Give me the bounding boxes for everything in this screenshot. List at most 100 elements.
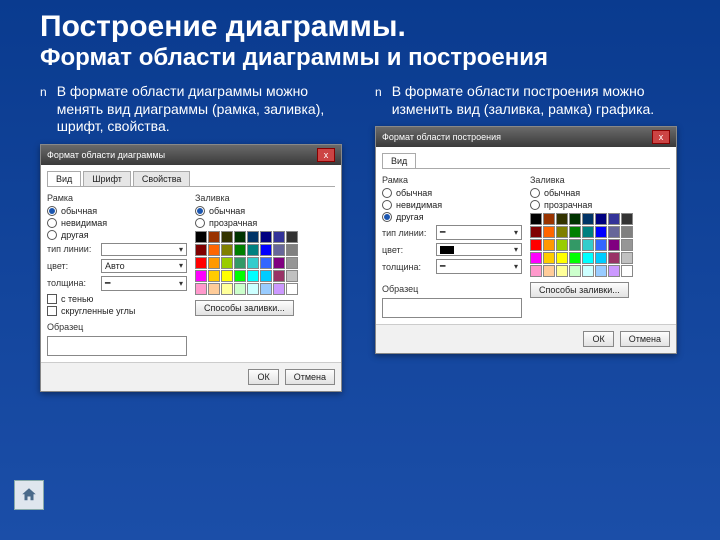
color-swatch[interactable]: [608, 239, 620, 251]
color-swatch[interactable]: [530, 226, 542, 238]
color-swatch[interactable]: [569, 213, 581, 225]
color-combo[interactable]: Авто▾: [101, 259, 187, 273]
color-swatch[interactable]: [247, 244, 259, 256]
weight-combo[interactable]: ━▾: [101, 276, 187, 291]
color-swatch[interactable]: [556, 239, 568, 251]
radio-row[interactable]: другая: [382, 212, 522, 222]
color-swatch[interactable]: [208, 244, 220, 256]
color-swatch[interactable]: [621, 252, 633, 264]
color-swatch[interactable]: [273, 270, 285, 282]
color-swatch[interactable]: [582, 239, 594, 251]
color-swatch[interactable]: [582, 213, 594, 225]
radio-row[interactable]: обычная: [530, 188, 670, 198]
color-swatch[interactable]: [195, 257, 207, 269]
line-type-combo[interactable]: ▾: [101, 243, 187, 256]
close-button[interactable]: x: [652, 130, 670, 144]
color-swatch[interactable]: [543, 239, 555, 251]
color-swatch[interactable]: [247, 283, 259, 295]
color-swatch[interactable]: [286, 257, 298, 269]
color-swatch[interactable]: [608, 213, 620, 225]
color-swatch[interactable]: [569, 226, 581, 238]
color-swatch[interactable]: [221, 257, 233, 269]
radio-row[interactable]: прозрачная: [530, 200, 670, 210]
color-swatch[interactable]: [273, 283, 285, 295]
ok-button[interactable]: ОК: [583, 331, 613, 347]
weight-combo[interactable]: ━▾: [436, 259, 522, 274]
color-swatch[interactable]: [221, 244, 233, 256]
radio-row[interactable]: обычная: [47, 206, 187, 216]
color-swatch[interactable]: [530, 239, 542, 251]
color-swatch[interactable]: [247, 257, 259, 269]
color-swatch[interactable]: [260, 283, 272, 295]
line-type-combo[interactable]: ━▾: [436, 225, 522, 240]
color-swatch[interactable]: [221, 283, 233, 295]
color-swatch[interactable]: [556, 265, 568, 277]
color-swatch[interactable]: [556, 252, 568, 264]
color-swatch[interactable]: [595, 265, 607, 277]
close-button[interactable]: x: [317, 148, 335, 162]
color-swatch[interactable]: [208, 270, 220, 282]
color-swatch[interactable]: [608, 226, 620, 238]
color-combo[interactable]: ▾: [436, 243, 522, 256]
color-swatch[interactable]: [556, 213, 568, 225]
cancel-button[interactable]: Отмена: [285, 369, 335, 385]
tab-view[interactable]: Вид: [382, 153, 416, 168]
color-swatch[interactable]: [569, 252, 581, 264]
color-swatch[interactable]: [273, 244, 285, 256]
color-swatch[interactable]: [273, 257, 285, 269]
radio-row[interactable]: обычная: [382, 188, 522, 198]
fill-effects-button[interactable]: Способы заливки...: [195, 300, 294, 316]
color-swatch[interactable]: [621, 265, 633, 277]
color-swatch[interactable]: [234, 283, 246, 295]
color-swatch[interactable]: [221, 231, 233, 243]
color-swatch[interactable]: [208, 257, 220, 269]
ok-button[interactable]: ОК: [248, 369, 278, 385]
radio-row[interactable]: другая: [47, 230, 187, 240]
fill-effects-button[interactable]: Способы заливки...: [530, 282, 629, 298]
color-swatch[interactable]: [621, 213, 633, 225]
radio-row[interactable]: прозрачная: [195, 218, 335, 228]
color-swatch[interactable]: [530, 252, 542, 264]
color-swatch[interactable]: [260, 231, 272, 243]
cancel-button[interactable]: Отмена: [620, 331, 670, 347]
color-swatch[interactable]: [234, 231, 246, 243]
color-swatch[interactable]: [286, 244, 298, 256]
color-swatch[interactable]: [595, 226, 607, 238]
color-swatch[interactable]: [260, 270, 272, 282]
color-swatch[interactable]: [608, 265, 620, 277]
tab-view[interactable]: Вид: [47, 171, 81, 186]
color-swatch[interactable]: [208, 283, 220, 295]
color-swatch[interactable]: [582, 252, 594, 264]
tab-properties[interactable]: Свойства: [133, 171, 191, 186]
rounded-check[interactable]: скругленные углы: [47, 306, 187, 316]
color-swatch[interactable]: [195, 244, 207, 256]
color-swatch[interactable]: [543, 252, 555, 264]
color-swatch[interactable]: [608, 252, 620, 264]
color-swatch[interactable]: [621, 239, 633, 251]
color-swatch[interactable]: [273, 231, 285, 243]
color-swatch[interactable]: [543, 265, 555, 277]
shadow-check[interactable]: с тенью: [47, 294, 187, 304]
color-swatch[interactable]: [234, 244, 246, 256]
color-swatch[interactable]: [543, 213, 555, 225]
color-swatch[interactable]: [595, 213, 607, 225]
color-swatch[interactable]: [530, 265, 542, 277]
color-swatch[interactable]: [286, 231, 298, 243]
color-swatch[interactable]: [195, 270, 207, 282]
color-swatch[interactable]: [595, 239, 607, 251]
color-swatch[interactable]: [221, 270, 233, 282]
color-swatch[interactable]: [195, 283, 207, 295]
color-swatch[interactable]: [260, 244, 272, 256]
color-swatch[interactable]: [247, 231, 259, 243]
color-swatch[interactable]: [234, 257, 246, 269]
color-swatch[interactable]: [543, 226, 555, 238]
color-swatch[interactable]: [569, 239, 581, 251]
color-swatch[interactable]: [595, 252, 607, 264]
tab-font[interactable]: Шрифт: [83, 171, 131, 186]
radio-row[interactable]: обычная: [195, 206, 335, 216]
radio-row[interactable]: невидимая: [382, 200, 522, 210]
color-swatch[interactable]: [582, 265, 594, 277]
color-swatch[interactable]: [286, 283, 298, 295]
color-swatch[interactable]: [234, 270, 246, 282]
color-swatch[interactable]: [247, 270, 259, 282]
